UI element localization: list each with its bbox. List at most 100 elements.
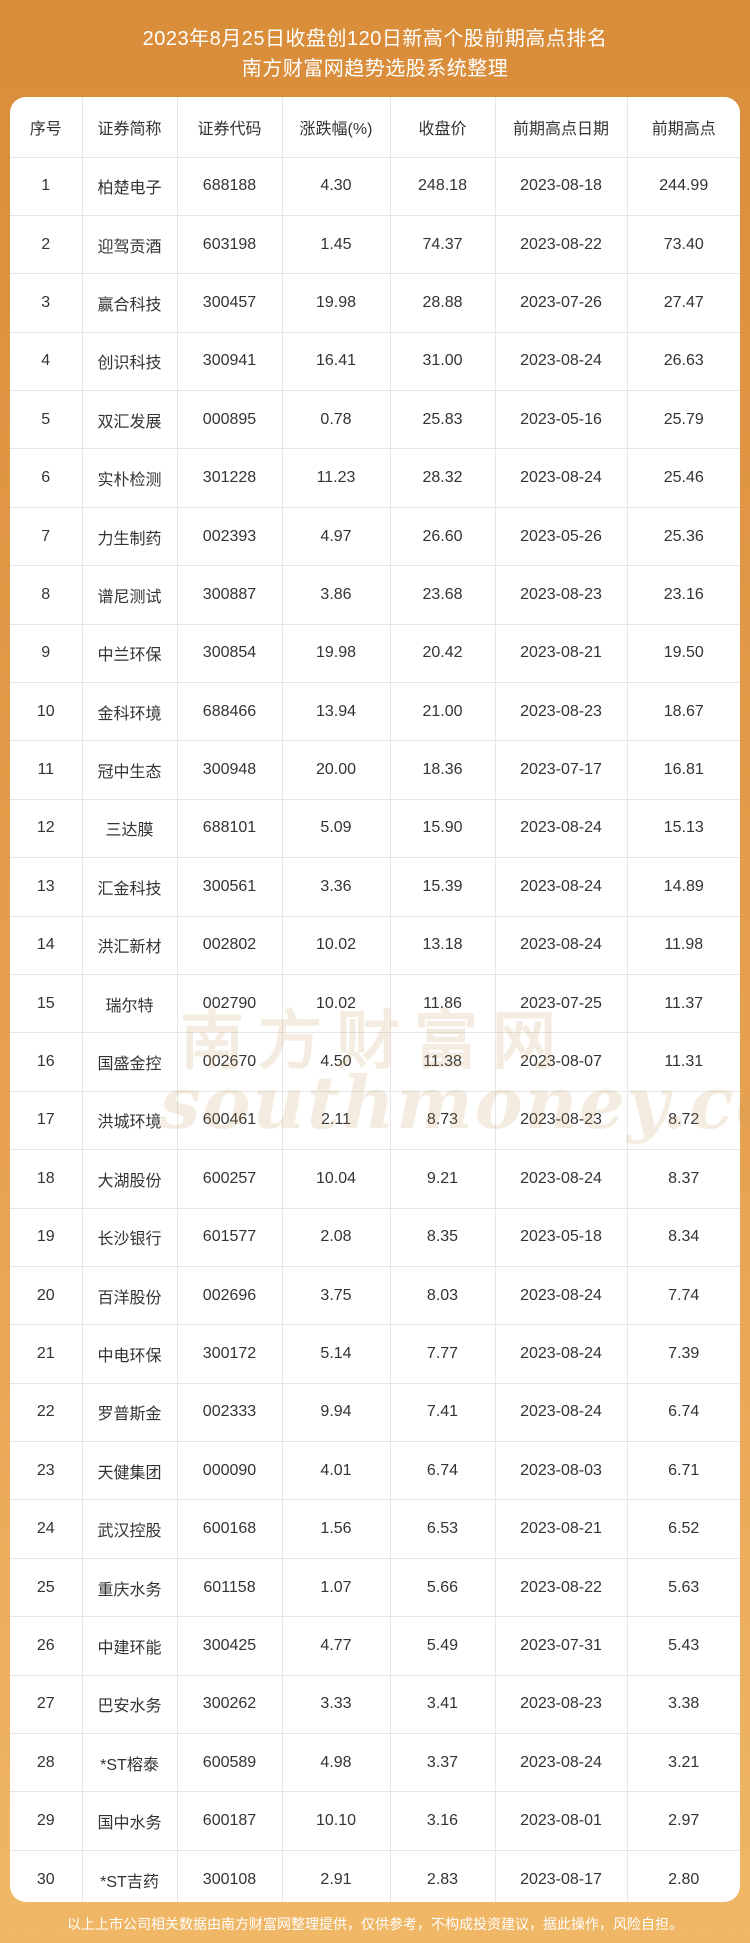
cell-col-rank: 25 <box>10 1558 83 1618</box>
cell-col-code: 688101 <box>177 799 283 859</box>
cell-col-close: 18.36 <box>390 740 496 800</box>
cell-col-prev-high-date: 2023-08-24 <box>495 1266 628 1326</box>
cell-col-code: 601158 <box>177 1558 283 1618</box>
cell-col-code: 002670 <box>177 1032 283 1092</box>
cell-col-rank: 12 <box>10 799 83 859</box>
header-col-name: 证券简称 <box>82 97 178 158</box>
cell-col-prev-high: 11.98 <box>627 916 740 975</box>
cell-col-prev-high: 3.21 <box>627 1733 740 1793</box>
cell-col-change: 3.33 <box>282 1675 391 1735</box>
cell-col-code: 000090 <box>177 1441 283 1501</box>
cell-col-rank: 14 <box>10 916 83 975</box>
cell-col-code: 600187 <box>177 1791 283 1851</box>
cell-col-close: 3.16 <box>390 1791 496 1851</box>
cell-col-prev-high: 19.50 <box>627 624 740 684</box>
cell-col-prev-high: 26.63 <box>627 332 740 392</box>
cell-col-prev-high-date: 2023-08-24 <box>495 1324 628 1384</box>
cell-col-name: 洪城环境 <box>82 1091 178 1151</box>
cell-col-prev-high: 6.52 <box>627 1499 740 1559</box>
cell-col-prev-high-date: 2023-08-24 <box>495 332 628 392</box>
cell-col-rank: 11 <box>10 740 83 800</box>
cell-col-name: 冠中生态 <box>82 740 178 800</box>
cell-col-change: 10.02 <box>282 974 391 1034</box>
table-row: 11 冠中生态 300948 20.00 18.36 2023-07-17 16.81 <box>10 740 740 800</box>
cell-col-name: 柏楚电子 <box>82 157 178 216</box>
cell-col-change: 16.41 <box>282 332 391 392</box>
cell-col-name: 洪汇新材 <box>82 916 178 975</box>
cell-col-prev-high: 5.63 <box>627 1558 740 1618</box>
cell-col-rank: 24 <box>10 1499 83 1559</box>
cell-col-close: 23.68 <box>390 565 496 625</box>
cell-col-prev-high-date: 2023-08-01 <box>495 1791 628 1851</box>
cell-col-rank: 3 <box>10 273 83 333</box>
cell-col-name: *ST吉药 <box>82 1850 178 1902</box>
cell-col-name: 国中水务 <box>82 1791 178 1851</box>
table-row: 23 天健集团 000090 4.01 6.74 2023-08-03 6.71 <box>10 1441 740 1501</box>
cell-col-close: 13.18 <box>390 916 496 975</box>
table-header: 序号 证券简称 证券代码 涨跌幅(%) 收盘价 前期高点日期 前期高点 <box>10 97 740 158</box>
cell-col-close: 3.37 <box>390 1733 496 1793</box>
page-title: 2023年8月25日收盘创120日新高个股前期高点排名 <box>142 28 608 50</box>
cell-col-rank: 16 <box>10 1032 83 1092</box>
cell-col-rank: 21 <box>10 1324 83 1384</box>
cell-col-rank: 15 <box>10 974 83 1034</box>
table-card: 序号 证券简称 证券代码 涨跌幅(%) 收盘价 前期高点日期 前期高点 1 柏楚电子 68818… <box>10 97 740 1902</box>
cell-col-prev-high: 2.80 <box>668 1870 700 1888</box>
cell-col-rank: 26 <box>10 1616 83 1676</box>
cell-col-prev-high: 23.16 <box>627 565 740 625</box>
cell-col-prev-high: 8.72 <box>627 1091 740 1151</box>
cell-col-rank: 27 <box>10 1675 83 1735</box>
table-row: 30 *ST吉药 300108 2.91 2.83 2023-08-17 2.80 <box>10 1850 740 1902</box>
cell-col-prev-high-date: 2023-08-18 <box>495 157 628 216</box>
cell-col-prev-high: 5.43 <box>627 1616 740 1676</box>
header-col-code: 证券代码 <box>177 97 283 158</box>
cell-col-prev-high-date: 2023-08-17 <box>495 1850 628 1902</box>
cell-col-code: 300108 <box>177 1850 283 1902</box>
header-col-rank: 序号 <box>10 97 83 158</box>
cell-col-change: 4.50 <box>282 1032 391 1092</box>
cell-col-prev-high-date: 2023-08-24 <box>495 799 628 859</box>
cell-col-prev-high-date: 2023-08-07 <box>495 1032 628 1092</box>
cell-col-prev-high-date: 2023-08-24 <box>495 1733 628 1793</box>
cell-col-prev-high: 6.74 <box>627 1383 740 1443</box>
cell-col-name: 巴安水务 <box>82 1675 178 1735</box>
cell-col-name: 力生制药 <box>82 507 178 567</box>
cell-col-code: 600168 <box>177 1499 283 1559</box>
cell-col-close: 74.37 <box>390 215 496 275</box>
cell-col-change: 19.98 <box>282 624 391 684</box>
cell-col-prev-high: 16.81 <box>627 740 740 800</box>
cell-col-close: 15.90 <box>390 799 496 859</box>
table-row: 1 柏楚电子 688188 4.30 248.18 2023-08-18 244.99 <box>10 157 740 216</box>
cell-col-name: 长沙银行 <box>82 1208 178 1267</box>
cell-col-change: 1.56 <box>282 1499 391 1559</box>
cell-col-code: 300854 <box>177 624 283 684</box>
cell-col-prev-high-date: 2023-05-18 <box>495 1208 628 1267</box>
cell-col-prev-high: 2.97 <box>627 1791 740 1851</box>
cell-col-change: 5.14 <box>282 1324 391 1384</box>
cell-col-change: 2.91 <box>282 1850 391 1902</box>
cell-col-code: 002802 <box>177 916 283 975</box>
cell-col-prev-high: 7.39 <box>627 1324 740 1384</box>
table-row: 5 双汇发展 000895 0.78 25.83 2023-05-16 25.79 <box>10 390 740 450</box>
cell-col-name: 中建环能 <box>82 1616 178 1676</box>
cell-col-code: 601577 <box>177 1208 283 1267</box>
cell-col-close: 11.38 <box>390 1032 496 1092</box>
cell-col-prev-high: 25.79 <box>627 390 740 450</box>
cell-col-code: 002393 <box>177 507 283 567</box>
cell-col-prev-high: 11.37 <box>627 974 740 1034</box>
cell-col-code: 600589 <box>177 1733 283 1793</box>
cell-col-prev-high-date: 2023-08-24 <box>495 857 628 917</box>
cell-col-prev-high-date: 2023-07-25 <box>495 974 628 1034</box>
cell-col-prev-high-date: 2023-08-24 <box>495 1383 628 1443</box>
header-row: 序号 证券简称 证券代码 涨跌幅(%) 收盘价 前期高点日期 前期高点 <box>10 97 740 158</box>
table-row: 18 大湖股份 600257 10.04 9.21 2023-08-24 8.37 <box>10 1149 740 1209</box>
cell-col-code: 300425 <box>177 1616 283 1676</box>
header-col-close: 收盘价 <box>390 97 496 158</box>
cell-col-prev-high-date: 2023-07-26 <box>495 273 628 333</box>
cell-col-rank: 1 <box>10 157 83 216</box>
cell-col-change: 2.08 <box>282 1208 391 1267</box>
cell-col-code: 002696 <box>177 1266 283 1326</box>
cell-col-rank: 13 <box>10 857 83 917</box>
cell-col-prev-high-date: 2023-07-31 <box>495 1616 628 1676</box>
cell-col-name: 中兰环保 <box>82 624 178 684</box>
